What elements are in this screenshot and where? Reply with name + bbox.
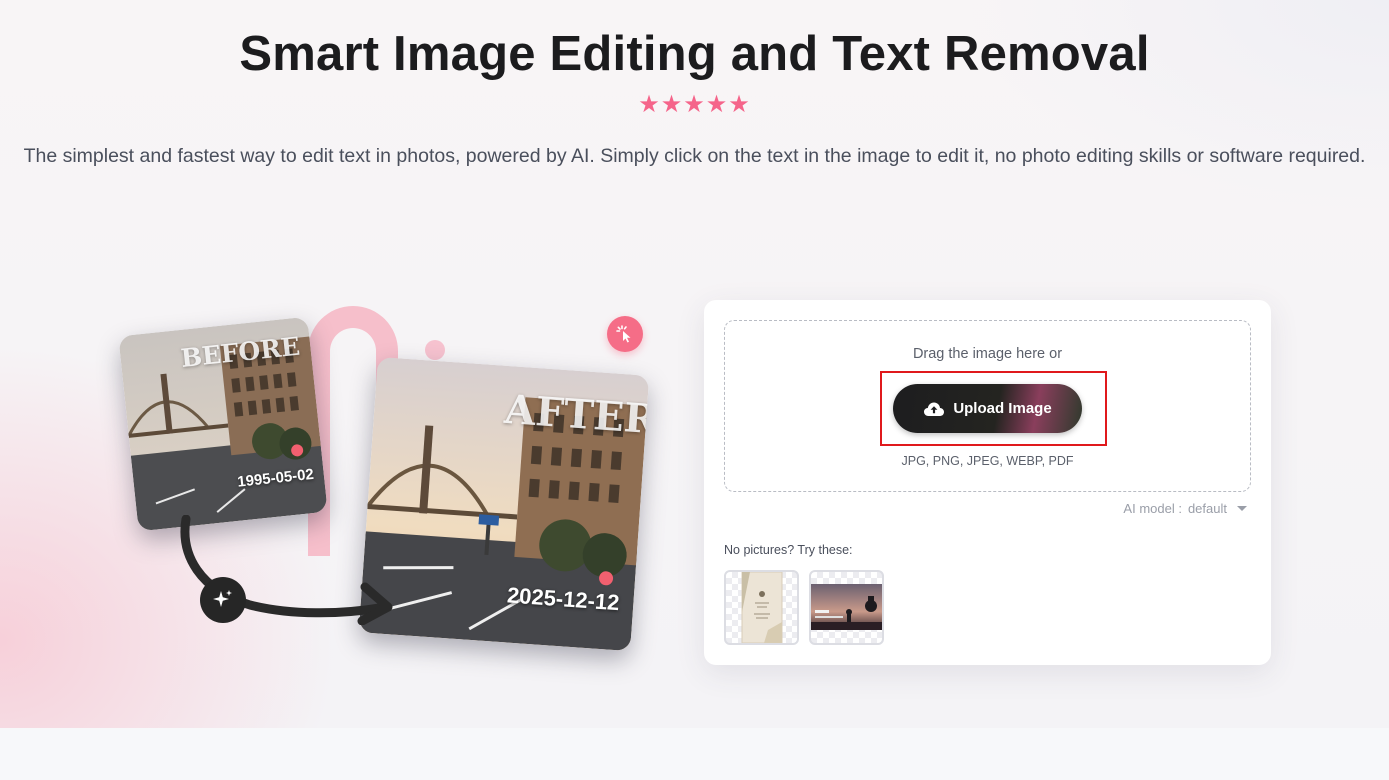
sample-image-invitation[interactable]	[724, 570, 799, 645]
after-photo: AFTER 2025-12-12	[358, 356, 649, 652]
image-dropzone[interactable]: Drag the image here or Upload Image JPG,…	[724, 320, 1251, 492]
sample-image-sunset[interactable]	[809, 570, 884, 645]
sample-thumbnail	[811, 584, 882, 630]
page-subtitle: The simplest and fastest way to edit tex…	[23, 145, 1366, 167]
drag-instruction: Drag the image here or	[912, 346, 1063, 362]
cloud-upload-icon	[924, 402, 945, 416]
cursor-click-icon	[607, 316, 643, 352]
supported-formats: JPG, PNG, JPEG, WEBP, PDF	[901, 454, 1074, 468]
before-after-illustration: BEFORE 1995-05-02 AFTER 2025-12-12	[110, 290, 670, 670]
ai-model-label: AI model :	[1123, 501, 1182, 516]
samples-label: No pictures? Try these:	[724, 543, 853, 557]
ai-model-value: default	[1187, 501, 1227, 516]
decorative-dot	[425, 340, 445, 360]
sample-thumbnail	[741, 572, 783, 643]
upload-card: Drag the image here or Upload Image JPG,…	[704, 300, 1271, 665]
ai-model-select[interactable]: AI model : default	[1123, 501, 1247, 516]
footer-band	[0, 728, 1389, 780]
upload-image-button[interactable]: Upload Image	[893, 384, 1082, 433]
before-photo: BEFORE 1995-05-02	[118, 316, 328, 532]
upload-button-label: Upload Image	[953, 400, 1052, 417]
page-title: Smart Image Editing and Text Removal	[239, 27, 1150, 81]
rating-stars: ★★★★★	[638, 91, 751, 118]
caret-down-icon	[1237, 506, 1247, 511]
sparkle-icon	[200, 577, 246, 623]
